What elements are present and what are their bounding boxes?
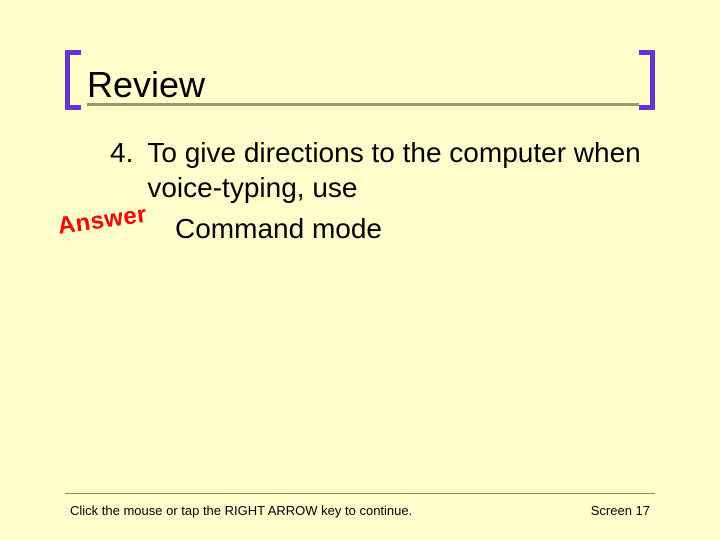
question-text: To give directions to the computer when … [147, 135, 650, 205]
footer-divider [65, 493, 655, 494]
screen-number: Screen 17 [591, 503, 650, 518]
answer-label: Answer [56, 201, 149, 241]
page-title: Review [87, 67, 639, 106]
bracket-left-icon [65, 50, 81, 110]
answer-text: Command mode [175, 213, 382, 245]
question-block: 4. To give directions to the computer wh… [110, 135, 650, 205]
question-number: 4. [110, 135, 133, 205]
title-bar: Review [65, 50, 655, 110]
bracket-right-icon [639, 50, 655, 110]
footer-instruction: Click the mouse or tap the RIGHT ARROW k… [70, 503, 412, 518]
